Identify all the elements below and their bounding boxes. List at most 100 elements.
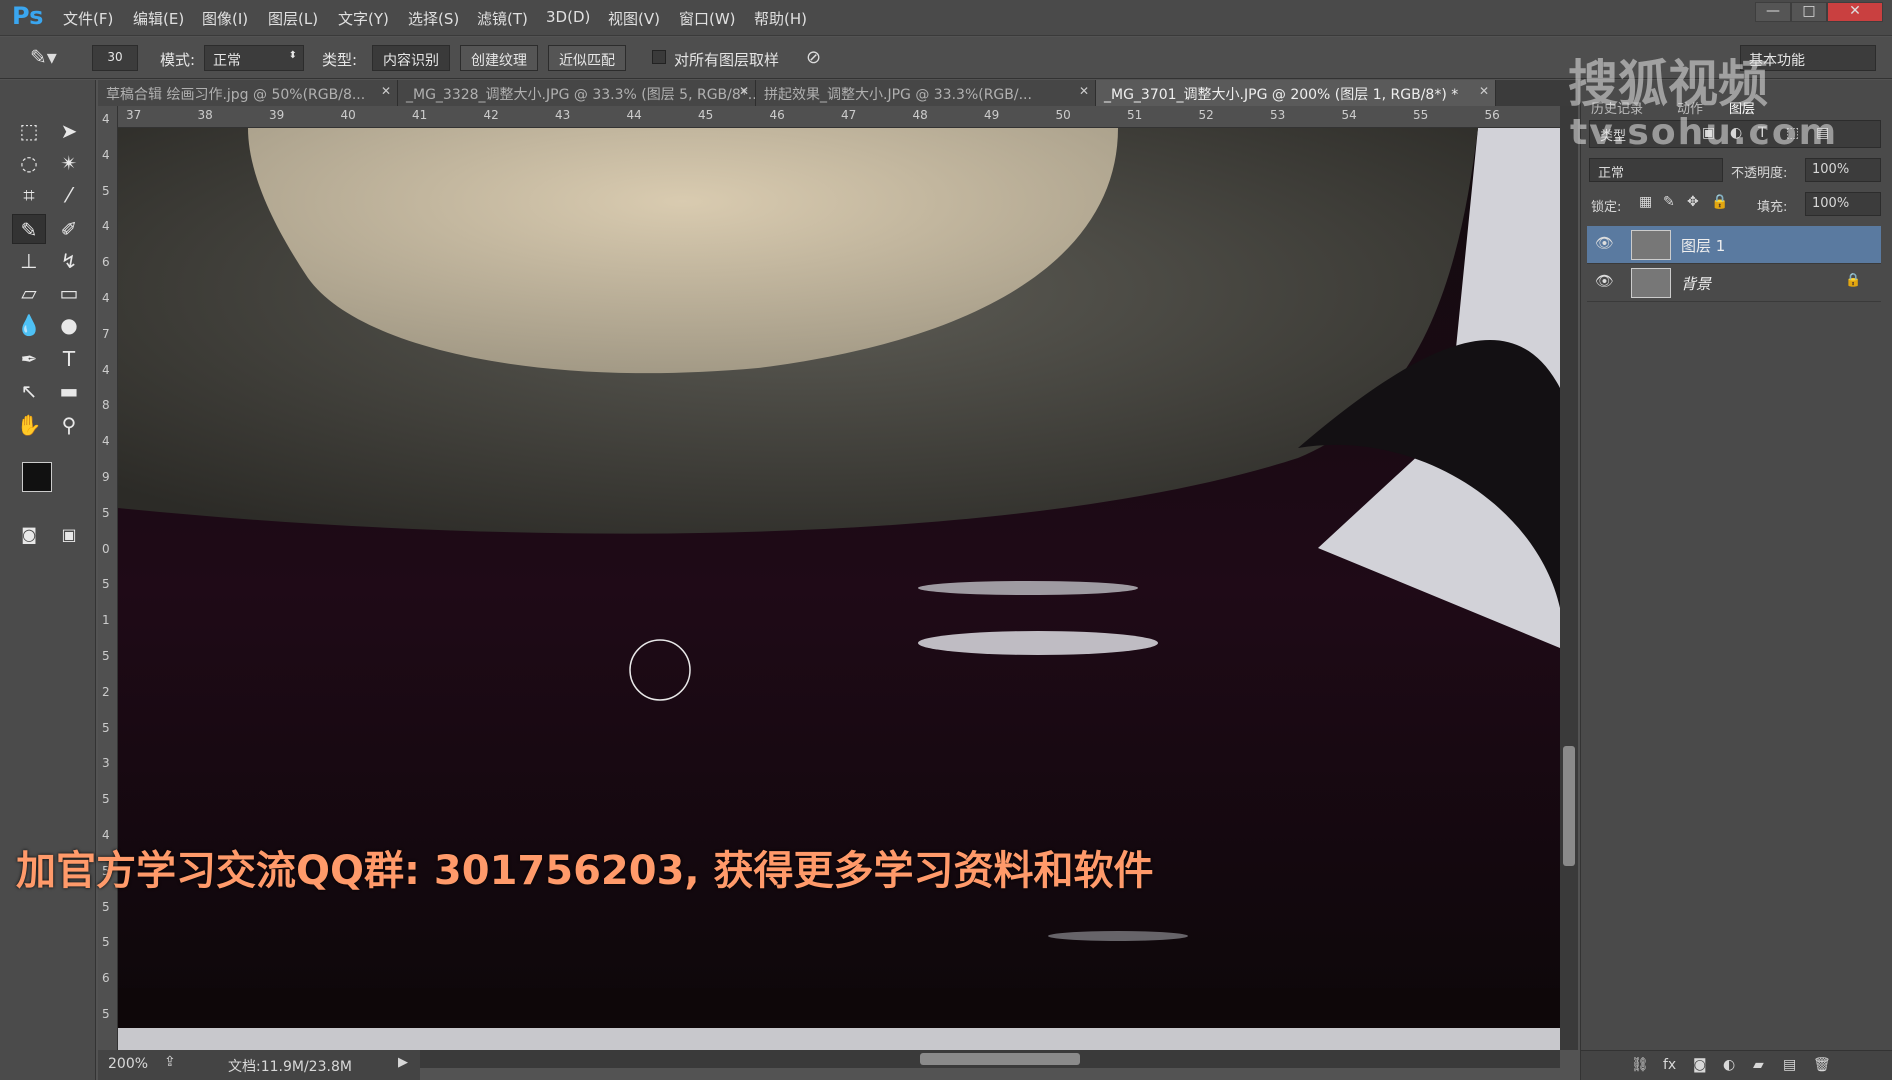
adjustment-icon[interactable]: ◐ [1723, 1057, 1735, 1073]
layers-footer: ⛓ fx ◙ ◐ ▰ ▤ 🗑 [1581, 1050, 1892, 1080]
sample-all-checkbox[interactable] [652, 50, 666, 64]
pen-tool-icon[interactable]: ✒ [12, 344, 46, 374]
close-icon[interactable]: ✕ [739, 84, 749, 98]
fill-value: 100% [1812, 196, 1850, 211]
type-create-texture[interactable]: 创建纹理 [460, 45, 538, 71]
hand-tool-icon[interactable]: ✋ [12, 410, 46, 440]
link-icon[interactable]: ⛓ [1631, 1057, 1649, 1073]
lock-all-icon[interactable]: 🔒 [1711, 194, 1728, 210]
ruler-tick-label: 54 [1341, 108, 1357, 122]
fill-input[interactable]: 100% [1805, 192, 1881, 216]
mask-icon[interactable]: ◙ [1693, 1057, 1707, 1073]
ruler-tick-label: 49 [984, 108, 1000, 122]
ruler-tick-label: 6 [102, 255, 110, 270]
tab-doc-1[interactable]: 草稿合辑 绘画习作.jpg @ 50%(RGB/8... ✕ [98, 80, 398, 106]
group-icon[interactable]: ▰ [1753, 1057, 1764, 1073]
close-icon[interactable]: ✕ [1479, 84, 1489, 98]
dodge-tool-icon[interactable]: ● [52, 310, 86, 340]
export-icon[interactable]: ⇪ [164, 1054, 176, 1070]
ruler-tick-label: 4 [102, 219, 110, 234]
menu-help[interactable]: 帮助(H) [754, 8, 807, 29]
close-window-button[interactable]: ✕ [1827, 2, 1883, 22]
menu-image[interactable]: 图像(I) [202, 8, 248, 29]
menu-file[interactable]: 文件(F) [63, 8, 113, 29]
mode-select[interactable]: 正常 ⬍ [204, 45, 304, 71]
layer-row-1[interactable]: 👁 图层 1 [1587, 226, 1881, 264]
close-icon[interactable]: ✕ [1079, 84, 1089, 98]
brush-tool-icon[interactable]: ✐ [52, 214, 86, 244]
gradient-tool-icon[interactable]: ▭ [52, 278, 86, 308]
visibility-eye-icon[interactable]: 👁 [1595, 234, 1614, 252]
tab-doc-2[interactable]: _MG_3328_调整大小.JPG @ 33.3% (图层 5, RGB/8*.… [398, 80, 756, 106]
quick-mask-icon[interactable]: ◙ [12, 520, 46, 550]
menu-3d[interactable]: 3D(D) [546, 8, 590, 26]
tab-doc-4[interactable]: _MG_3701_调整大小.JPG @ 200% (图层 1, RGB/8*) … [1096, 80, 1496, 106]
history-brush-tool-icon[interactable]: ↯ [52, 246, 86, 276]
layer-lock-icon: 🔒 [1845, 273, 1862, 288]
menu-view[interactable]: 视图(V) [608, 8, 660, 29]
horizontal-scroll-thumb[interactable] [920, 1053, 1080, 1065]
menu-window[interactable]: 窗口(W) [679, 8, 736, 29]
zoom-level[interactable]: 200% [108, 1056, 148, 1072]
minimize-button[interactable]: — [1755, 2, 1791, 22]
pressure-icon[interactable]: ⊘ [806, 47, 821, 68]
blend-mode-select[interactable]: 正常 [1589, 158, 1723, 182]
vertical-scroll-thumb[interactable] [1563, 746, 1575, 866]
menu-select[interactable]: 选择(S) [408, 8, 459, 29]
type-tool-icon[interactable]: T [52, 344, 86, 374]
clone-stamp-tool-icon[interactable]: ⊥ [12, 246, 46, 276]
marquee-tool-icon[interactable]: ⬚ [12, 116, 46, 146]
blur-tool-icon[interactable]: 💧 [12, 310, 46, 340]
close-icon[interactable]: ✕ [381, 84, 391, 98]
visibility-eye-icon[interactable]: 👁 [1595, 272, 1614, 290]
horizontal-scrollbar[interactable] [420, 1050, 1560, 1068]
qq-group-promo-text: 加官方学习交流QQ群: 301756203, 获得更多学习资料和软件 [16, 848, 1154, 894]
trash-icon[interactable]: 🗑 [1813, 1057, 1831, 1073]
move-tool-icon[interactable]: ➤ [52, 116, 86, 146]
screen-mode-icon[interactable]: ▣ [52, 520, 86, 550]
lock-transparent-icon[interactable]: ▦ [1639, 194, 1652, 210]
document-canvas[interactable] [118, 128, 1560, 1050]
eraser-tool-icon[interactable]: ▱ [12, 278, 46, 308]
opacity-input[interactable]: 100% [1805, 158, 1881, 182]
ruler-tick-label: 53 [1270, 108, 1286, 122]
brush-size-picker[interactable]: 30 [92, 45, 138, 71]
magic-wand-tool-icon[interactable]: ✴ [52, 148, 86, 178]
status-menu-arrow-icon[interactable]: ▶ [398, 1055, 408, 1070]
mode-value: 正常 [213, 53, 241, 69]
ruler-tick-label: 5 [102, 1007, 110, 1021]
maximize-button[interactable]: □ [1791, 2, 1827, 22]
path-selection-tool-icon[interactable]: ↖ [12, 376, 46, 406]
tab-doc-3[interactable]: 拼起效果_调整大小.JPG @ 33.3%(RGB/... ✕ [756, 80, 1096, 106]
menu-filter[interactable]: 滤镜(T) [477, 8, 528, 29]
ruler-tick-label: 0 [102, 541, 110, 556]
type-proximity-match[interactable]: 近似匹配 [548, 45, 626, 71]
menu-edit[interactable]: 编辑(E) [133, 8, 184, 29]
lock-pixels-icon[interactable]: ✎ [1663, 194, 1675, 210]
fx-icon[interactable]: fx [1663, 1057, 1676, 1073]
ruler-tick-label: 50 [1055, 108, 1071, 122]
ruler-horizontal: 37 38 39 40 41 42 43 44 45 46 47 48 49 50 51 52 53 54 55 56 [118, 106, 1560, 128]
new-layer-icon[interactable]: ▤ [1783, 1057, 1796, 1073]
rectangle-tool-icon[interactable]: ▬ [52, 376, 86, 406]
layers-panel: 历史记录 动作 图层 类型 ▣ ◐ T ⬚ ▤ 正常 不透明度: 100% 锁定… [1580, 80, 1892, 1080]
lasso-tool-icon[interactable]: ◌ [12, 148, 46, 178]
layer-row-background[interactable]: 👁 背景 🔒 [1587, 264, 1881, 302]
lock-position-icon[interactable]: ✥ [1687, 194, 1699, 210]
layer-name[interactable]: 图层 1 [1681, 235, 1725, 256]
foreground-color-swatch[interactable] [22, 462, 52, 492]
type-content-aware[interactable]: 内容识别 [372, 45, 450, 71]
menu-layer[interactable]: 图层(L) [268, 8, 318, 29]
vertical-scrollbar[interactable] [1560, 106, 1578, 1050]
menu-type[interactable]: 文字(Y) [338, 8, 389, 29]
zoom-tool-icon[interactable]: ⚲ [52, 410, 86, 440]
eyedropper-tool-icon[interactable]: ⁄ [52, 180, 86, 210]
healing-brush-tool-icon[interactable]: ✎ [12, 214, 46, 244]
ruler-tick-label: 5 [102, 577, 110, 592]
select-arrow-icon: ⬍ [288, 50, 297, 61]
crop-tool-icon[interactable]: ⌗ [12, 180, 46, 210]
ruler-tick-label: 5 [102, 505, 110, 520]
layer-name[interactable]: 背景 [1681, 273, 1711, 294]
ruler-tick-label: 42 [483, 108, 499, 122]
healing-brush-preset-icon[interactable]: ✎▾ [30, 45, 74, 71]
